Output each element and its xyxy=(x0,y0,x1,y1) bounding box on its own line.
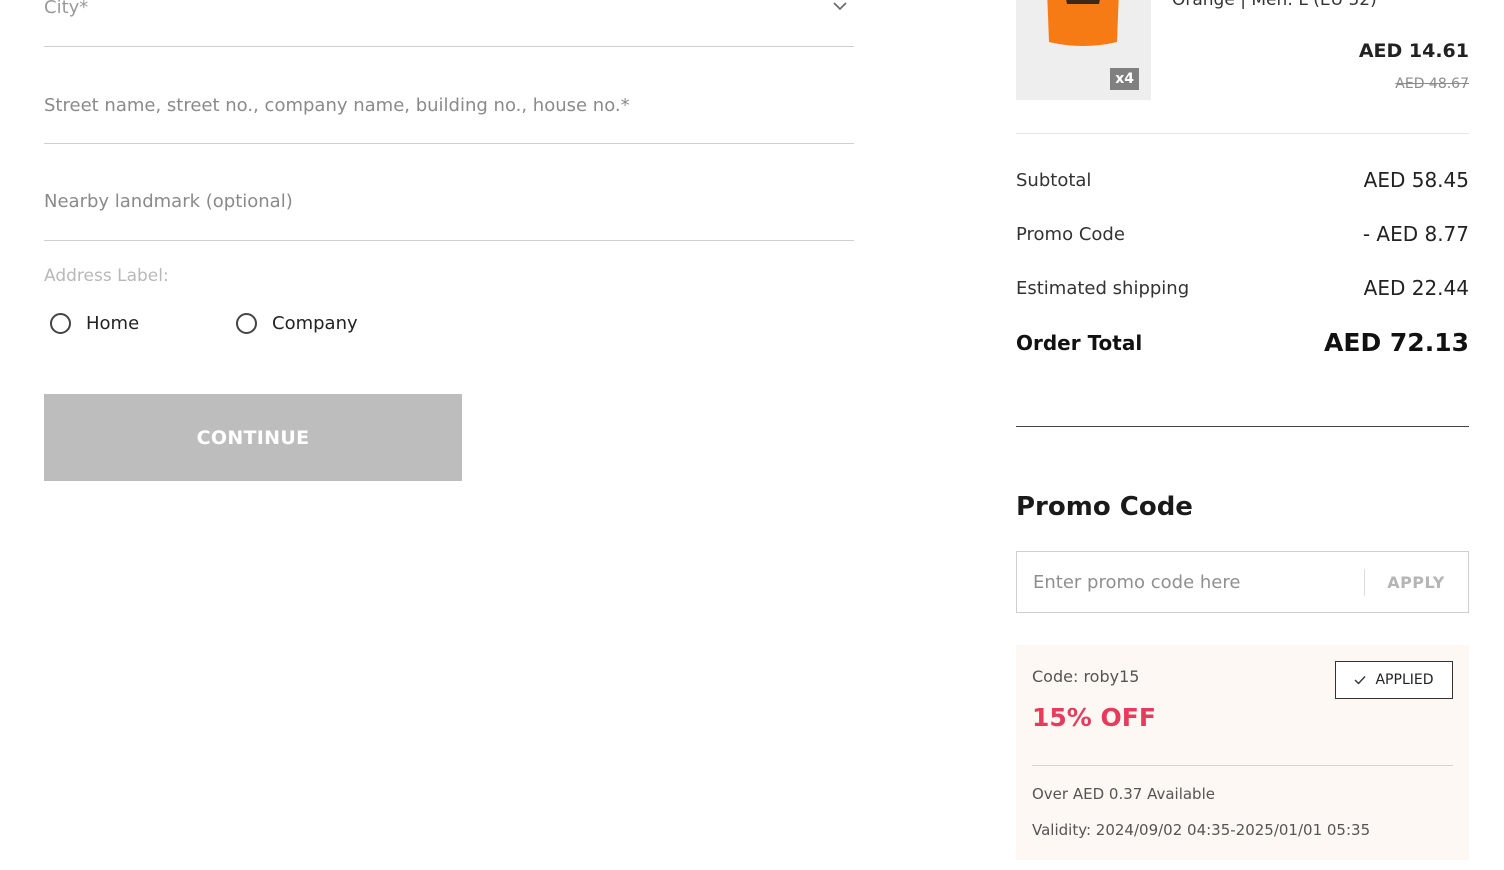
promo-discount-value: - AED 8.77 xyxy=(1362,222,1469,246)
product-variant: Orange | Men: L (EU 52) xyxy=(1172,0,1377,10)
shipping-value: AED 22.44 xyxy=(1363,276,1469,300)
order-total-label: Order Total xyxy=(1016,330,1143,355)
promo-discount-label: Promo Code xyxy=(1016,223,1125,245)
subtotal-value: AED 58.45 xyxy=(1363,168,1469,192)
address-label-company-radio[interactable]: Company xyxy=(236,309,358,337)
address-label-title: Address Label: xyxy=(44,266,169,286)
shipping-row: Estimated shipping AED 22.44 xyxy=(1016,276,1469,300)
street-address-placeholder: Street name, street no., company name, b… xyxy=(44,95,630,116)
subtotal-row: Subtotal AED 58.45 xyxy=(1016,168,1469,192)
applied-coupon-card[interactable]: Code: roby15 APPLIED 15% OFF Over AED 0.… xyxy=(1016,645,1469,860)
quantity-badge: x4 xyxy=(1110,68,1139,90)
product-thumbnail[interactable]: x4 xyxy=(1016,0,1151,100)
promo-discount-row: Promo Code - AED 8.77 xyxy=(1016,222,1469,246)
apply-promo-button[interactable]: APPLY xyxy=(1364,552,1468,612)
order-total-value: AED 72.13 xyxy=(1324,328,1469,357)
order-total-row: Order Total AED 72.13 xyxy=(1016,328,1469,357)
shipping-label: Estimated shipping xyxy=(1016,277,1190,299)
product-original-price: AED 48.67 xyxy=(1395,76,1469,92)
coupon-code: Code: roby15 xyxy=(1032,667,1140,686)
radio-circle-icon[interactable] xyxy=(50,312,71,334)
radio-circle-icon[interactable] xyxy=(236,312,257,334)
coupon-discount: 15% OFF xyxy=(1032,703,1156,732)
coupon-min-spend: Over AED 0.37 Available xyxy=(1032,785,1215,803)
subtotal-label: Subtotal xyxy=(1016,169,1092,191)
chevron-down-icon xyxy=(833,2,847,11)
checkout-page: City* Street name, street no., company n… xyxy=(0,0,1504,870)
street-address-field[interactable]: Street name, street no., company name, b… xyxy=(44,47,854,144)
check-icon xyxy=(1354,676,1366,685)
city-select[interactable]: City* xyxy=(44,0,854,47)
promo-code-input[interactable] xyxy=(1017,552,1362,612)
radio-label-home: Home xyxy=(86,312,140,334)
coupon-applied-badge[interactable]: APPLIED xyxy=(1335,661,1453,699)
promo-code-form: APPLY xyxy=(1016,551,1469,613)
continue-button[interactable]: CONTINUE xyxy=(44,394,462,481)
coupon-divider xyxy=(1032,765,1453,766)
promo-heading: Promo Code xyxy=(1016,492,1193,522)
address-label-home-radio[interactable]: Home xyxy=(50,309,139,337)
radio-label-company: Company xyxy=(272,312,358,334)
landmark-placeholder: Nearby landmark (optional) xyxy=(44,191,293,212)
coupon-validity: Validity: 2024/09/02 04:35-2025/01/01 05… xyxy=(1032,821,1371,839)
landmark-field[interactable]: Nearby landmark (optional) xyxy=(44,144,854,241)
section-divider xyxy=(1016,426,1469,427)
summary-divider xyxy=(1016,133,1469,134)
tshirt-icon xyxy=(1047,0,1119,46)
product-sale-price: AED 14.61 xyxy=(1358,40,1469,62)
city-placeholder: City* xyxy=(44,0,89,18)
coupon-status: APPLIED xyxy=(1375,672,1434,688)
